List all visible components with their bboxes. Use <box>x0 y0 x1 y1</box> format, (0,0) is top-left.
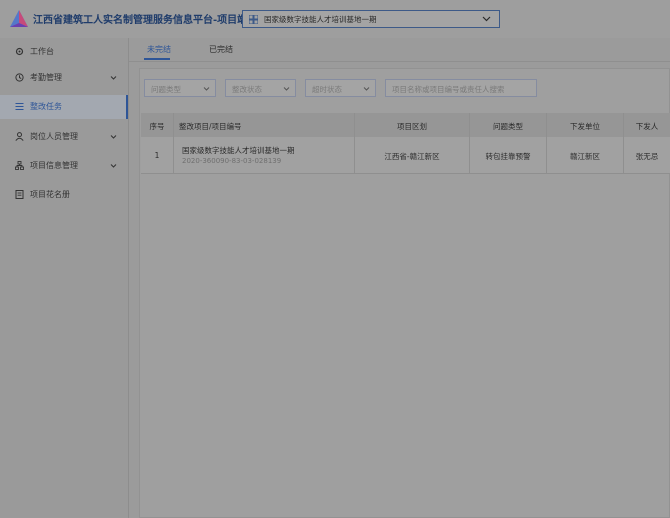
rectify-status-placeholder: 整改状态 <box>232 85 262 94</box>
sidebar-item-roster[interactable]: 项目花名册 <box>0 183 128 207</box>
column-header: 序号 <box>141 113 174 137</box>
problem-type-select[interactable]: 问题类型 <box>144 79 216 97</box>
project-select-value: 国家级数字技能人才培训基地一期 <box>264 15 377 24</box>
timeout-status-placeholder: 超时状态 <box>312 85 342 94</box>
main-content: 未完结 已完结 问题类型 整改状态 超时状态 项目名称或项目编号或责任人搜索 序… <box>129 38 670 518</box>
chevron-down-icon <box>363 87 370 91</box>
issuer-unit-cell: 赣江新区 <box>547 137 624 173</box>
project-name[interactable]: 国家级数字技能人才培训基地一期 <box>182 145 295 156</box>
column-header: 整改项目/项目编号 <box>174 113 355 137</box>
sidebar-item-staff-management[interactable]: 岗位人员管理 <box>0 125 128 149</box>
table-row[interactable]: 1 国家级数字技能人才培训基地一期 2020-360090-83-03-0281… <box>141 137 670 174</box>
project-code: 2020-360090-83-03-028139 <box>182 157 282 165</box>
row-index-cell: 1 <box>141 137 174 173</box>
sidebar: 工作台 考勤管理 整改任务 岗位人员管理 项目信息管理 项目花名册 <box>0 38 129 518</box>
column-header: 下发人 <box>635 122 659 131</box>
chevron-down-icon <box>482 16 491 22</box>
column-header: 下发单位 <box>547 113 624 137</box>
sidebar-item-project-info[interactable]: 项目信息管理 <box>0 154 128 178</box>
rectify-status-select[interactable]: 整改状态 <box>225 79 296 97</box>
sidebar-item-label: 项目信息管理 <box>30 161 78 170</box>
tab-finished[interactable]: 已完结 <box>209 44 233 55</box>
sidebar-item-workbench[interactable]: 工作台 <box>0 40 128 64</box>
chevron-down-icon <box>283 87 290 91</box>
roster-icon <box>15 190 24 199</box>
chevron-down-icon <box>110 164 117 168</box>
top-header: 江西省建筑工人实名制管理服务信息平台-项目端 国家级数字技能人才培训基地一期 <box>0 0 670 39</box>
issuer-cell: 张无忌 <box>635 152 659 161</box>
sidebar-item-label: 考勤管理 <box>30 73 62 82</box>
problem-type-placeholder: 问题类型 <box>151 85 181 94</box>
chevron-down-icon <box>110 76 117 80</box>
project-select[interactable]: 国家级数字技能人才培训基地一期 <box>242 10 500 28</box>
sidebar-item-label: 项目花名册 <box>30 190 70 199</box>
sidebar-item-attendance[interactable]: 考勤管理 <box>0 66 128 90</box>
grid-icon <box>249 15 258 24</box>
search-placeholder: 项目名称或项目编号或责任人搜索 <box>392 85 505 94</box>
table-header: 序号 整改项目/项目编号 项目区划 问题类型 下发单位 下发人 <box>141 113 670 138</box>
sidebar-item-label: 工作台 <box>30 47 54 56</box>
problem-type-cell: 转包挂靠预警 <box>470 137 547 173</box>
list-icon <box>15 103 24 110</box>
tab-unfinished[interactable]: 未完结 <box>147 44 171 55</box>
timeout-status-select[interactable]: 超时状态 <box>305 79 376 97</box>
search-input[interactable]: 项目名称或项目编号或责任人搜索 <box>385 79 537 97</box>
org-chart-icon <box>15 161 24 170</box>
status-tabs: 未完结 已完结 <box>129 38 670 62</box>
content-panel: 问题类型 整改状态 超时状态 项目名称或项目编号或责任人搜索 序号 整改项目/项… <box>139 68 670 518</box>
region-cell: 江西省-赣江新区 <box>355 137 470 173</box>
chevron-down-icon <box>203 87 210 91</box>
column-header: 问题类型 <box>470 113 547 137</box>
gear-icon <box>15 47 24 56</box>
app-logo-icon <box>10 10 28 27</box>
person-icon <box>15 132 24 141</box>
sidebar-item-label: 整改任务 <box>30 102 62 111</box>
column-header: 项目区划 <box>355 113 470 137</box>
sidebar-item-rectify-tasks[interactable]: 整改任务 <box>0 95 128 119</box>
app-title: 江西省建筑工人实名制管理服务信息平台-项目端 <box>33 15 248 26</box>
project-cell: 国家级数字技能人才培训基地一期 2020-360090-83-03-028139 <box>174 137 355 173</box>
active-tab-indicator <box>144 58 170 60</box>
clock-icon <box>15 73 24 82</box>
chevron-down-icon <box>110 135 117 139</box>
sidebar-item-label: 岗位人员管理 <box>30 132 78 141</box>
